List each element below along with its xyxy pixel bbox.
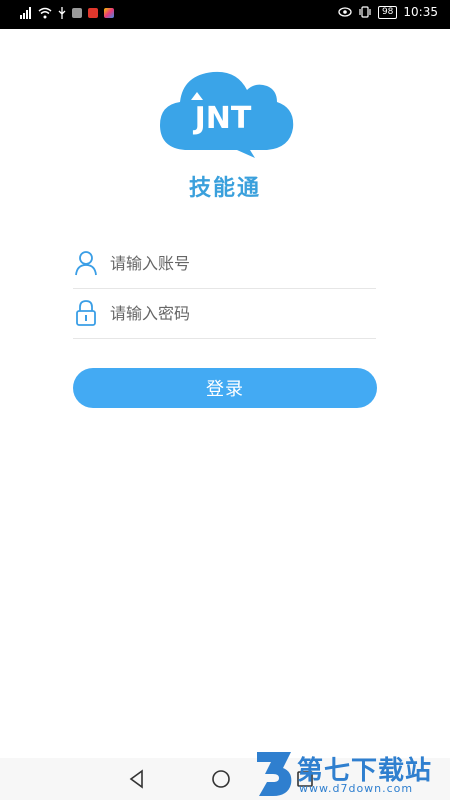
app-notification-icon [88, 8, 98, 18]
watermark: 第七下载站 www.d7down.com [255, 748, 445, 800]
battery-icon: 98 [377, 5, 398, 19]
cloud-logo-icon: JNT [160, 71, 294, 158]
user-icon [75, 251, 97, 276]
login-button[interactable]: 登录 [73, 368, 377, 408]
signal-icon [20, 7, 31, 19]
password-input[interactable] [108, 296, 372, 330]
status-time: 10:35 [403, 5, 438, 19]
lock-icon [76, 300, 96, 326]
app-title: 技能通 [188, 176, 261, 201]
eye-icon [338, 7, 352, 17]
status-bar: 98 10:35 [0, 0, 450, 29]
app-notification-icon [104, 8, 114, 18]
status-right-icons: 98 10:35 [338, 5, 438, 19]
wifi-icon [38, 7, 52, 19]
status-left-icons [20, 7, 114, 19]
home-icon[interactable] [210, 768, 232, 790]
back-icon[interactable] [126, 768, 148, 790]
usb-icon [58, 7, 66, 19]
vibrate-icon [359, 6, 371, 18]
app-notification-icon [72, 8, 82, 18]
account-input[interactable] [108, 246, 372, 280]
watermark-url: www.d7down.com [299, 782, 414, 795]
watermark-logo-icon [257, 752, 292, 796]
logo-text: JNT [193, 101, 252, 136]
password-field [73, 288, 376, 339]
account-field [73, 238, 376, 289]
